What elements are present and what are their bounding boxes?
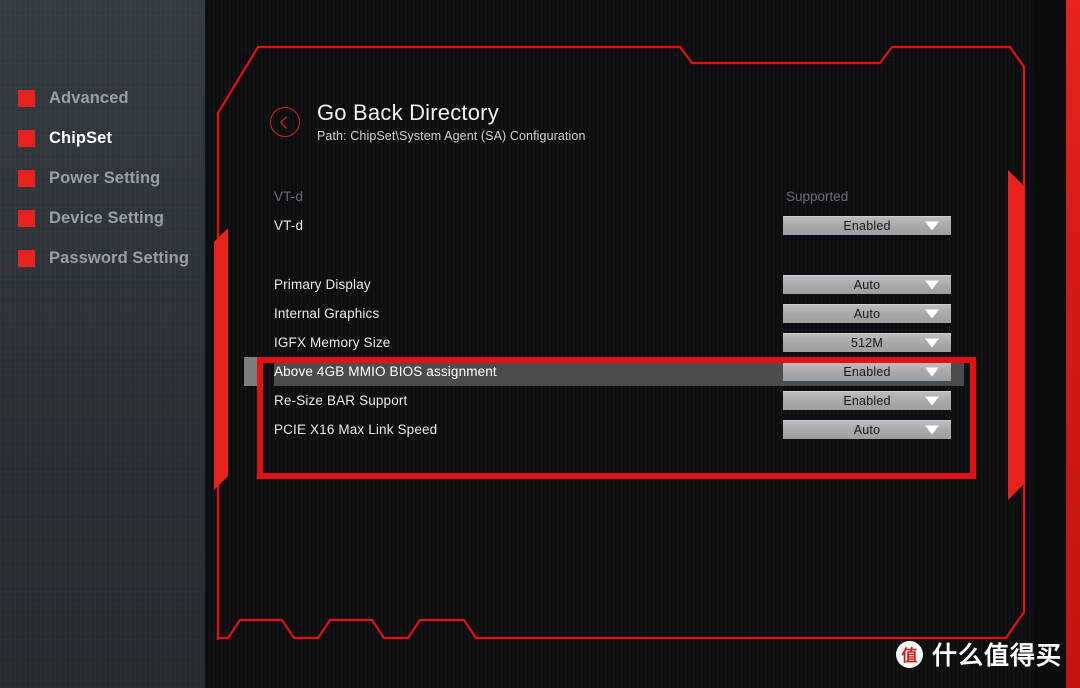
settings-section-header: VT-d Supported: [274, 182, 964, 211]
setting-dropdown[interactable]: Enabled: [783, 391, 951, 410]
setting-dropdown[interactable]: Enabled: [783, 362, 951, 381]
chevron-down-icon: [925, 425, 939, 435]
back-chevron-circle-icon[interactable]: [270, 107, 300, 137]
square-bullet-icon: [18, 169, 35, 187]
chevron-down-icon: [925, 221, 939, 231]
setting-label: PCIE X16 Max Link Speed: [274, 422, 438, 437]
sidebar-item-password-setting[interactable]: Password Setting: [0, 238, 205, 278]
sidebar-item-device-setting[interactable]: Device Setting: [0, 198, 205, 238]
dropdown-value: Auto: [853, 278, 881, 292]
sidebar-item-label: Device Setting: [49, 208, 165, 227]
setting-label: Internal Graphics: [274, 306, 380, 321]
setting-label: IGFX Memory Size: [274, 335, 391, 350]
sidebar-item-chipset[interactable]: ChipSet: [0, 118, 205, 158]
dropdown-value: Auto: [853, 307, 881, 321]
sidebar-item-label: ChipSet: [49, 128, 113, 147]
chevron-down-icon: [925, 367, 939, 377]
settings-row-igfx-memory-size[interactable]: IGFX Memory Size 512M: [274, 328, 964, 357]
page-title: Go Back Directory: [317, 100, 499, 125]
page-header: Go Back Directory Path: ChipSet\System A…: [270, 100, 586, 143]
settings-row-resize-bar-support[interactable]: Re-Size BAR Support Enabled: [274, 386, 964, 415]
square-bullet-icon: [18, 209, 35, 227]
dropdown-value: Enabled: [843, 365, 891, 379]
setting-label: Re-Size BAR Support: [274, 393, 408, 408]
setting-label: Primary Display: [274, 277, 371, 292]
breadcrumb-path: Path: ChipSet\System Agent (SA) Configur…: [317, 129, 586, 144]
sidebar-item-label: Password Setting: [49, 248, 190, 267]
setting-dropdown[interactable]: Auto: [783, 420, 951, 439]
sidebar-item-label: Power Setting: [49, 168, 161, 187]
square-bullet-icon: [18, 129, 35, 147]
setting-label: VT-d: [274, 218, 304, 233]
dropdown-value: Auto: [853, 423, 881, 437]
selection-marker: [244, 357, 257, 386]
sidebar-item-advanced[interactable]: Advanced: [0, 78, 205, 118]
header-text-block: Go Back Directory Path: ChipSet\System A…: [317, 100, 586, 143]
watermark-text: 什么值得买: [931, 641, 1062, 670]
section-header-value: Supported: [786, 189, 849, 204]
sidebar-item-label: Advanced: [49, 88, 129, 107]
chevron-down-icon: [925, 396, 939, 406]
setting-dropdown[interactable]: Auto: [783, 275, 951, 294]
settings-list: VT-d Supported VT-d Enabled Primary Disp…: [244, 182, 964, 444]
chevron-down-icon: [925, 338, 939, 348]
square-bullet-icon: [18, 89, 35, 107]
left-accent-bar: [214, 228, 228, 490]
setting-label: Above 4GB MMIO BIOS assignment: [274, 364, 497, 379]
chevron-left-icon: [280, 115, 293, 129]
bios-screen: Advanced ChipSet Power Setting Device Se…: [0, 0, 1080, 688]
settings-row-above-4gb-mmio[interactable]: Above 4GB MMIO BIOS assignment Enabled: [244, 357, 964, 386]
settings-row-pcie-x16-max-link-speed[interactable]: PCIE X16 Max Link Speed Auto: [274, 415, 964, 444]
dropdown-value: Enabled: [843, 219, 891, 233]
chevron-down-icon: [925, 280, 939, 290]
watermark-logo-icon: 值: [895, 640, 923, 668]
square-bullet-icon: [18, 249, 35, 267]
dropdown-value: Enabled: [843, 394, 891, 408]
settings-row-vtd[interactable]: VT-d Enabled: [274, 211, 964, 240]
dropdown-value: 512M: [850, 336, 884, 350]
right-notch: [1057, 170, 1066, 500]
setting-dropdown[interactable]: 512M: [783, 333, 951, 352]
settings-row-internal-graphics[interactable]: Internal Graphics Auto: [274, 299, 964, 328]
section-header-label: VT-d: [274, 189, 304, 204]
right-accent-bar: [1008, 170, 1024, 500]
chevron-down-icon: [925, 309, 939, 319]
setting-dropdown[interactable]: Auto: [783, 304, 951, 323]
setting-dropdown[interactable]: Enabled: [783, 216, 951, 235]
watermark: 值 什么值得买: [895, 636, 1062, 672]
settings-row-primary-display[interactable]: Primary Display Auto: [274, 270, 964, 299]
sidebar-item-power-setting[interactable]: Power Setting: [0, 158, 205, 198]
sidebar: Advanced ChipSet Power Setting Device Se…: [0, 0, 205, 688]
